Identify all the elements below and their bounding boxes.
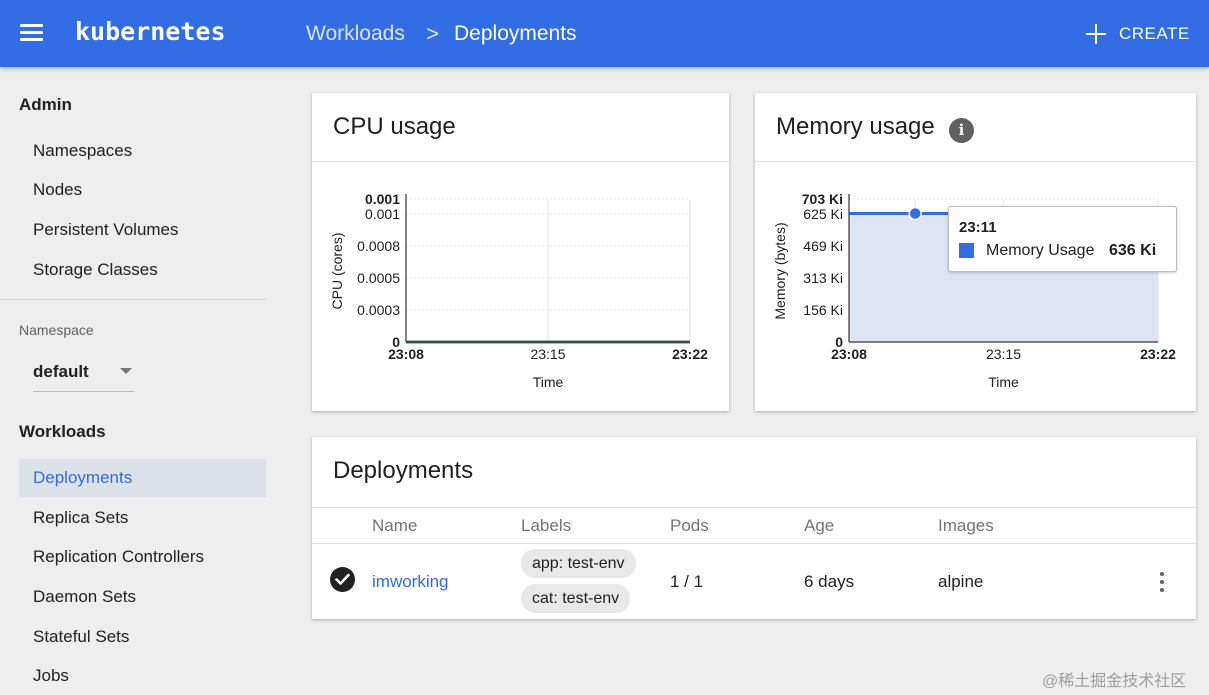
y-tick-label: 0.001	[365, 206, 400, 222]
label-chip: cat: test-env	[521, 584, 631, 613]
tooltip-time: 23:11	[959, 219, 997, 236]
deployment-age: 6 days	[804, 572, 855, 591]
sidebar-divider	[0, 299, 266, 300]
pods-count: 1 / 1	[670, 572, 704, 591]
memory-usage-card: Memory usage i 0 156 Ki 313 Ki 469 Ki 625 Ki…	[755, 93, 1196, 411]
tooltip-series-name: Memory Usage	[986, 242, 1095, 259]
sidebar-item-daemon-sets[interactable]: Daemon Sets	[19, 578, 266, 616]
highlight-point	[908, 206, 922, 221]
deployments-card-title: Deployments	[333, 457, 474, 484]
column-header-pods: Pods	[670, 516, 709, 535]
deployment-name-link[interactable]: imworking	[372, 572, 449, 592]
y-tick-label: 313 Ki	[803, 270, 843, 286]
watermark: @稀土掘金技术社区	[1042, 673, 1187, 690]
create-button-label: CREATE	[1119, 24, 1190, 43]
top-app-bar: kubernetes Workloads > Deployments CREAT…	[0, 0, 1209, 67]
sidebar-item-nodes[interactable]: Nodes	[19, 171, 266, 209]
x-axis-title: Time	[533, 374, 564, 390]
y-tick-label: 469 Ki	[803, 238, 843, 254]
x-tick-label: 23:22	[1140, 346, 1176, 362]
breadcrumb-workloads[interactable]: Workloads	[306, 22, 405, 46]
app-logo[interactable]: kubernetes	[75, 17, 226, 46]
breadcrumb-current: Deployments	[454, 22, 577, 45]
tooltip-series-swatch	[959, 243, 974, 258]
y-tick-label: 625 Ki	[803, 206, 843, 222]
cpu-usage-chart: 00.00030.00050.00080.0010.00123:08 23:15 2…	[329, 191, 708, 390]
dropdown-arrow-icon	[120, 368, 132, 374]
column-header-name[interactable]: Name	[372, 516, 417, 536]
column-header-labels: Labels	[521, 516, 572, 535]
x-tick-label: 23:15	[986, 346, 1021, 362]
chart-tooltip: 23:11 Memory Usage 636 Ki	[948, 206, 1177, 272]
y-tick-label: 0.0005	[357, 270, 400, 286]
x-tick-label: 23:15	[530, 346, 565, 362]
deployments-card: Deployments Name Labels Pods Age Images …	[312, 437, 1196, 619]
column-header-images: Images	[938, 516, 994, 535]
y-tick-label: 0.001	[365, 191, 400, 207]
breadcrumb-separator: >	[426, 21, 439, 46]
sidebar-section-admin[interactable]: Admin	[19, 95, 72, 115]
sidebar-item-persistent-volumes[interactable]: Persistent Volumes	[19, 211, 266, 249]
sidebar-item-replication-controllers[interactable]: Replication Controllers	[19, 538, 266, 576]
x-axis-title: Time	[988, 374, 1019, 390]
more-actions-icon[interactable]	[1154, 571, 1170, 593]
plus-icon	[1086, 24, 1106, 44]
namespace-select[interactable]: default	[33, 354, 134, 392]
sidebar: Admin Namespaces Nodes Persistent Volume…	[0, 67, 285, 695]
sidebar-item-replica-sets[interactable]: Replica Sets	[19, 499, 266, 537]
deployment-images: alpine	[938, 572, 984, 591]
sidebar-item-stateful-sets[interactable]: Stateful Sets	[19, 618, 266, 656]
sidebar-item-deployments[interactable]: Deployments	[19, 459, 266, 497]
table-header-divider	[312, 543, 1196, 544]
x-tick-label: 23:08	[831, 346, 867, 362]
column-header-age[interactable]: Age	[804, 516, 834, 536]
create-button[interactable]: CREATE	[1086, 20, 1190, 48]
x-tick-label: 23:08	[388, 346, 424, 362]
check-circle-icon	[330, 567, 355, 592]
y-axis-title: CPU (cores)	[329, 232, 345, 309]
y-tick-label: 156 Ki	[803, 302, 843, 318]
sidebar-item-storage-classes[interactable]: Storage Classes	[19, 251, 266, 289]
card-header-divider	[312, 507, 1196, 508]
cpu-usage-card: CPU usage 0 0.0003 0.0005 0.0008 0.001 0.001 2…	[312, 93, 729, 411]
sidebar-item-jobs[interactable]: Jobs	[19, 657, 266, 695]
sidebar-section-workloads[interactable]: Workloads	[19, 422, 106, 442]
sidebar-item-namespaces[interactable]: Namespaces	[19, 132, 266, 170]
menu-icon[interactable]	[20, 24, 43, 42]
tooltip-value: 636 Ki	[1109, 242, 1157, 259]
y-tick-label: 0.0008	[357, 238, 400, 254]
y-axis-title: Memory (bytes)	[772, 222, 788, 319]
label-chip: app: test-env	[521, 549, 636, 578]
y-tick-label: 0.0003	[357, 302, 400, 318]
y-tick-label: 703 Ki	[802, 191, 843, 207]
namespace-label: Namespace	[19, 322, 94, 338]
x-tick-label: 23:22	[672, 346, 708, 362]
namespace-value: default	[33, 362, 89, 381]
